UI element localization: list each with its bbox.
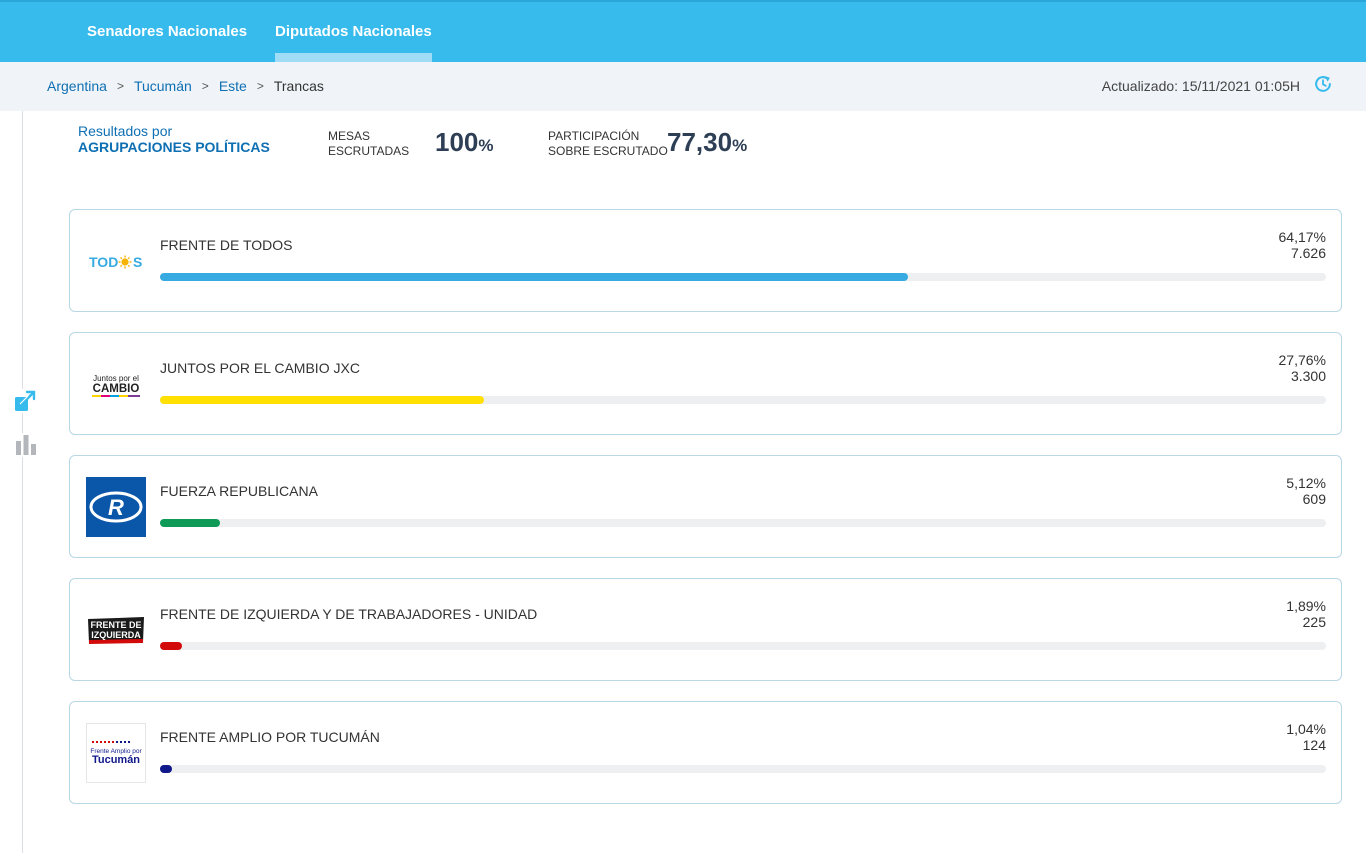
svg-text:CAMBIO: CAMBIO — [93, 383, 140, 395]
results-title-line2: AGRUPACIONES POLÍTICAS — [78, 139, 270, 155]
breadcrumb-argentina[interactable]: Argentina — [47, 78, 107, 94]
participation-label-line2: SOBRE ESCRUTADO — [548, 144, 668, 158]
results-title: Resultados por AGRUPACIONES POLÍTICAS — [78, 123, 270, 155]
svg-text:Tucumán: Tucumán — [92, 754, 140, 766]
party-name: FRENTE DE TODOS — [160, 237, 293, 253]
mesas-value: 100% — [435, 127, 494, 158]
participation-value: 77,30% — [667, 127, 747, 158]
todos-logo: TOD S — [89, 254, 142, 270]
svg-text:Juntos por el: Juntos por el — [93, 374, 139, 383]
party-votes: 7.626 — [1290, 245, 1326, 261]
vote-bar-track — [160, 273, 1326, 281]
results-title-line1: Resultados por — [78, 123, 173, 139]
party-name: JUNTOS POR EL CAMBIO JXC — [160, 360, 360, 376]
party-votes: 609 — [1302, 491, 1326, 507]
mesas-label-line2: ESCRUTADAS — [328, 144, 410, 158]
frente-amplio-logo: Frente Amplio por Tucumán — [86, 723, 146, 783]
svg-text:IZQUIERDA: IZQUIERDA — [91, 630, 141, 640]
participation-label: PARTICIPACIÓN SOBRE ESCRUTADO — [548, 129, 668, 159]
vote-bar-track — [160, 765, 1326, 773]
party-percent: 5,12% — [1286, 475, 1326, 491]
fuerza-republicana-logo: R — [86, 477, 146, 537]
participation-number: 77,30 — [667, 127, 733, 157]
party-result: 1,04% 124 — [1286, 721, 1326, 753]
svg-text:FRENTE DE: FRENTE DE — [90, 620, 141, 630]
party-percent: 64,17% — [1278, 229, 1326, 245]
tab-diputados-nacionales[interactable]: Diputados Nacionales — [275, 2, 432, 62]
bar-chart-icon[interactable] — [14, 433, 38, 457]
party-card[interactable]: R FUERZA REPUBLICANA 5,12% 609 — [69, 455, 1342, 558]
party-result: 1,89% 225 — [1286, 598, 1326, 630]
tab-senadores-nacionales[interactable]: Senadores Nacionales — [87, 2, 247, 62]
last-updated: Actualizado: 15/11/2021 01:05H — [1101, 78, 1300, 94]
party-votes: 3.300 — [1290, 368, 1326, 384]
party-percent: 1,89% — [1286, 598, 1326, 614]
party-votes: 124 — [1302, 737, 1326, 753]
mesas-number: 100 — [435, 127, 479, 157]
vote-bar-track — [160, 396, 1326, 404]
party-card[interactable]: Frente Amplio por Tucumán FRENTE AMPLIO … — [69, 701, 1342, 804]
breadcrumb-separator: > — [201, 79, 209, 93]
vote-bar-track — [160, 642, 1326, 650]
mesas-label: MESAS ESCRUTADAS — [328, 129, 409, 159]
svg-text:R: R — [108, 495, 124, 520]
share-icon[interactable] — [13, 389, 37, 413]
breadcrumb-current: Trancas — [273, 78, 324, 94]
mesas-unit: % — [478, 136, 494, 155]
party-result: 5,12% 609 — [1286, 475, 1326, 507]
breadcrumb-separator: > — [256, 79, 264, 93]
party-name: FUERZA REPUBLICANA — [160, 483, 318, 499]
party-card[interactable]: TOD S FRENTE DE TODOS 64,17% 7.626 — [69, 209, 1342, 312]
breadcrumb-tucuman[interactable]: Tucumán — [134, 78, 192, 94]
refresh-icon[interactable] — [1312, 73, 1334, 95]
frente-de-izquierda-logo: FRENTE DE IZQUIERDA — [88, 617, 144, 644]
vote-bar-fill — [160, 519, 220, 527]
breadcrumb-bar: Argentina > Tucumán > Este > Trancas Act… — [0, 62, 1366, 111]
vote-bar-fill — [160, 642, 183, 650]
mesas-label-line1: MESAS — [328, 129, 371, 143]
party-card[interactable]: Juntos por el CAMBIO JUNTOS POR EL CAMBI… — [69, 332, 1342, 435]
breadcrumb-este[interactable]: Este — [219, 78, 247, 94]
participation-unit: % — [732, 136, 748, 155]
svg-text:TOD: TOD — [89, 254, 118, 270]
party-card[interactable]: FRENTE DE IZQUIERDA FRENTE DE IZQUIERDA … — [69, 578, 1342, 681]
vote-bar-fill — [160, 273, 909, 281]
breadcrumb: Argentina > Tucumán > Este > Trancas — [47, 78, 324, 94]
vote-bar-fill — [160, 396, 484, 404]
juntos-por-el-cambio-logo: Juntos por el CAMBIO — [92, 374, 140, 397]
svg-text:S: S — [133, 254, 142, 270]
vote-bar-fill — [160, 765, 173, 773]
party-percent: 27,76% — [1278, 352, 1326, 368]
side-rail-line — [22, 111, 23, 853]
party-percent: 1,04% — [1286, 721, 1326, 737]
top-navigation: Senadores Nacionales Diputados Nacionale… — [0, 0, 1366, 62]
vote-bar-track — [160, 519, 1326, 527]
breadcrumb-separator: > — [116, 79, 124, 93]
party-name: FRENTE AMPLIO POR TUCUMÁN — [160, 729, 380, 745]
participation-label-line1: PARTICIPACIÓN — [548, 129, 640, 143]
party-result: 27,76% 3.300 — [1279, 352, 1326, 384]
party-votes: 225 — [1302, 614, 1326, 630]
party-result: 64,17% 7.626 — [1279, 229, 1326, 261]
party-name: FRENTE DE IZQUIERDA Y DE TRABAJADORES - … — [160, 606, 538, 622]
